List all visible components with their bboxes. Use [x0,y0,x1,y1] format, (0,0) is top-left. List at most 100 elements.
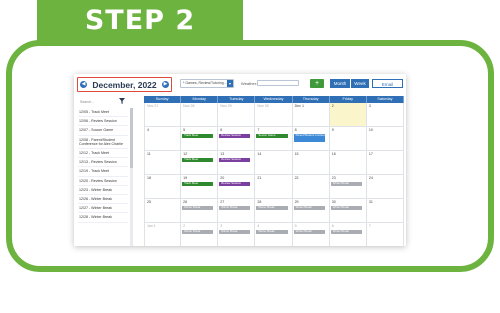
calendar-event[interactable]: Winter Break [293,206,325,210]
day-number: 3 [368,104,371,108]
calendar-event[interactable]: Winter Break [256,230,288,234]
day-cell[interactable]: 7 [367,223,404,246]
search-input[interactable]: Search... [74,96,134,106]
search-placeholder: Search... [80,100,95,104]
day-cell[interactable]: 13 Review Session [218,151,256,175]
add-event-button[interactable]: + [310,79,324,88]
day-cell[interactable]: Nov 28 [181,103,219,127]
calendar-screenshot: ◀ December, 2022 ▶ * Games, Review/Tutor… [74,74,406,246]
day-number: 5 [183,128,186,132]
calendar-event[interactable]: Track Meet [182,182,214,186]
list-item[interactable]: 12/08 - Parent/Student Conference for Al… [78,136,128,150]
day-cell[interactable]: 6 Winter Break [330,223,367,246]
weather-select[interactable] [257,80,299,86]
calendar-event[interactable]: Track Meet [182,158,214,162]
day-cell[interactable]: 28 Winter Break [255,199,293,223]
list-item[interactable]: 12/27 - Winter Break [78,204,128,214]
day-cell[interactable]: 4 [144,127,182,151]
day-cell[interactable]: 4 Winter Break [255,223,293,246]
month-view-button[interactable]: Month [330,79,350,88]
calendar-event[interactable]: Review Session [219,134,251,138]
day-cell[interactable]: 31 [366,199,404,223]
filter-icon[interactable] [119,98,125,104]
day-number: 4 [147,128,149,132]
day-cell[interactable]: 25 [144,199,182,223]
calendar-event[interactable]: Soccer Game [256,134,288,138]
day-number: 3 [220,224,223,228]
day-cell[interactable]: 27 Winter Break [218,199,256,223]
day-cell[interactable]: 30 Winter Break [329,199,367,223]
day-cell[interactable]: 26 Winter Break [181,199,219,223]
list-item[interactable]: 12/20 - Review Session [78,177,128,186]
next-month-icon[interactable]: ▶ [162,81,169,88]
calendar-filter-select[interactable]: * Games, Review/Tutoring... ▾ [180,79,234,88]
list-item[interactable]: 12/12 - Track Meet [78,149,128,159]
day-cell[interactable]: 24 [366,175,404,199]
day-number: 4 [257,224,260,228]
list-item[interactable]: 12/05 - Track Meet [78,108,128,118]
day-cell[interactable]: 3 [366,103,404,127]
week-view-button[interactable]: Week [350,79,369,88]
list-item[interactable]: 12/28 - Winter Break [78,213,128,223]
list-item[interactable]: 12/23 - Winter Break [78,186,128,196]
day-cell[interactable]: 19 Track Meet [181,175,219,199]
sidebar-scrollbar[interactable] [130,108,133,246]
calendar-event[interactable]: Winter Break [182,206,214,210]
day-cell[interactable]: 17 [366,151,404,175]
day-cell[interactable]: 12 Track Meet [181,151,219,175]
list-item[interactable]: 12/13 - Review Session [78,158,128,168]
list-item[interactable]: 12/26 - Winter Break [78,195,128,205]
day-cell[interactable]: Nov 29 [218,103,256,127]
day-cell[interactable]: 7 Soccer Game [255,127,293,151]
day-cell[interactable]: 22 [292,175,330,199]
day-cell[interactable]: 5 Track Meet [181,127,219,151]
day-cell[interactable]: 29 Winter Break [292,199,330,223]
day-cell[interactable]: 16 [329,151,367,175]
day-cell[interactable]: 2 [329,103,367,127]
day-cell[interactable]: 6 Review Session [218,127,256,151]
day-number: 31 [368,200,373,204]
day-cell[interactable]: Dec 1 [292,103,330,127]
day-cell[interactable]: Nov 30 [255,103,293,127]
day-cell[interactable]: 11 [144,151,182,175]
calendar-event[interactable]: Winter Break [219,230,251,234]
day-cell[interactable]: 20 Review Session [218,175,256,199]
day-number: 28 [257,200,262,204]
day-cell[interactable]: 14 [255,151,293,175]
calendar-event[interactable]: Winter Break [330,206,362,210]
calendar-event[interactable]: Winter Break [182,230,214,234]
day-cell[interactable]: Jan 1 [144,223,182,246]
day-number: Nov 28 [183,104,195,108]
day-number: 25 [147,200,151,204]
day-cell[interactable]: 3 Winter Break [218,223,256,246]
day-cell[interactable]: 2 Winter Break [181,223,219,246]
calendar-event[interactable]: Track Meet [182,134,214,138]
list-item[interactable]: 12/07 - Soccer Game [78,126,128,136]
day-cell[interactable]: 15 [292,151,330,175]
prev-month-icon[interactable]: ◀ [80,81,87,88]
day-cell[interactable]: Nov 27 [144,103,182,127]
weekday-label: Saturday [367,96,404,103]
day-cell[interactable]: 23 Winter Break [329,175,367,199]
day-number: 13 [220,152,225,156]
list-item[interactable]: 12/19 - Track Meet [78,167,128,177]
day-cell[interactable]: 18 [144,175,182,199]
day-cell[interactable]: 10 [366,127,404,151]
calendar-event[interactable]: Winter Break [330,182,362,186]
calendar-event[interactable]: Parent/Student Conference for Alex Charl… [293,134,325,142]
calendar-event[interactable]: Review Session [219,158,251,162]
calendar-event[interactable]: Winter Break [256,206,288,210]
calendar-event[interactable]: Winter Break [293,230,325,234]
day-cell[interactable]: 8 Parent/Student Conference for Alex Char… [292,127,330,151]
calendar-event[interactable]: Winter Break [330,230,362,234]
day-cell[interactable]: 9 [329,127,367,151]
day-cell[interactable]: 21 [255,175,293,199]
day-number: 20 [220,176,225,180]
day-cell[interactable]: 5 Winter Break [293,223,330,246]
calendar-event[interactable]: Winter Break [219,206,251,210]
email-button[interactable]: Email [372,79,403,88]
calendar-event[interactable]: Review Session [219,182,251,186]
day-number: Nov 30 [257,104,269,108]
list-item[interactable]: 12/06 - Review Session [78,117,128,127]
scrollbar-thumb[interactable] [130,108,133,168]
